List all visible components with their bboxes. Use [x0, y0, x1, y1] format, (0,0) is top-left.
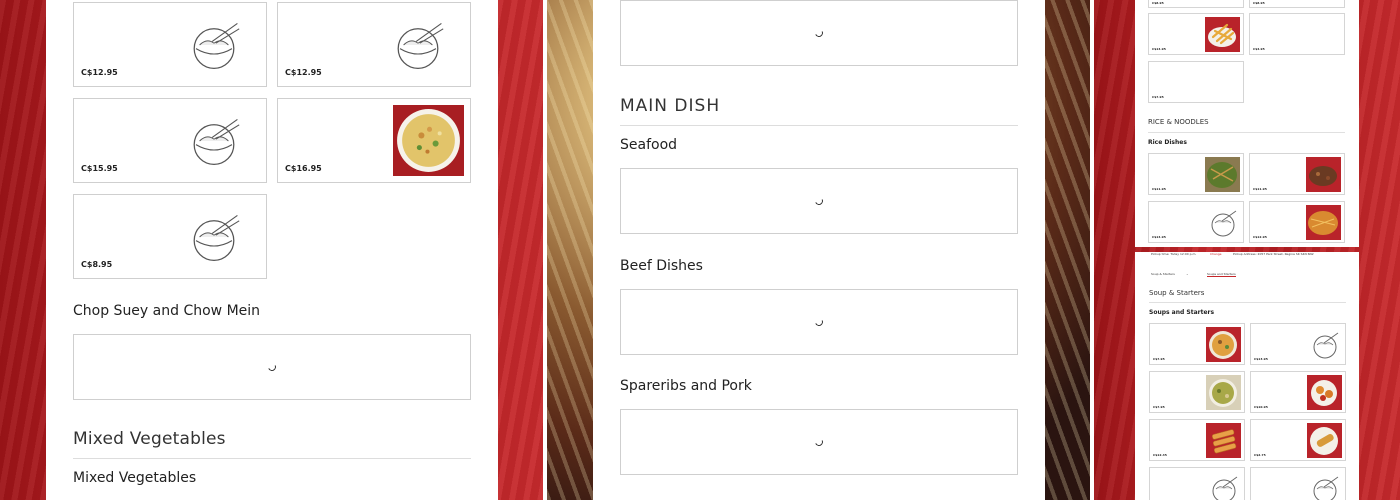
menu-panel-left: C$12.95 C$12.95 C$15.95 C$16.95 C$8.95 C…: [46, 0, 498, 500]
menu-item-card[interactable]: C$2.75: [1250, 419, 1346, 461]
bowl-placeholder-icon: [1313, 332, 1339, 359]
item-price: C$7.95: [1153, 405, 1165, 409]
menu-item-card[interactable]: C$8.95: [73, 194, 267, 279]
item-price: C$7.95: [1153, 357, 1165, 361]
bowl-placeholder-icon: [1313, 476, 1339, 500]
menu-panel-middle: MAIN DISH Seafood Beef Dishes Spareribs …: [593, 0, 1045, 500]
menu-item-card[interactable]: C$15.95: [73, 98, 267, 183]
item-price: C$14.95: [1152, 235, 1166, 239]
divider: [1148, 132, 1345, 133]
section-title: Rice Dishes: [1148, 139, 1187, 146]
bowl-placeholder-icon: [193, 118, 240, 166]
category-dropdown[interactable]: Soup & Starters: [1151, 272, 1175, 276]
section-title: Spareribs and Pork: [620, 378, 752, 394]
menu-item-card[interactable]: C$12.95: [1249, 201, 1345, 243]
menu-item-card[interactable]: [1149, 467, 1245, 500]
category-title: MAIN DISH: [620, 96, 721, 116]
chevron-down-icon[interactable]: ⌄: [1186, 272, 1189, 276]
menu-item-card[interactable]: [1250, 467, 1346, 500]
section-title: Beef Dishes: [620, 258, 703, 274]
loading-spinner-icon: [266, 361, 278, 373]
loading-placeholder: [620, 0, 1018, 66]
section-title: Chop Suey and Chow Mein: [73, 303, 261, 319]
menu-panel-right-bottom: Pickup time: Today 12:00 p.m. Change Pic…: [1135, 252, 1359, 500]
item-price: C$11.95: [1152, 187, 1166, 191]
bowl-placeholder-icon: [1211, 210, 1237, 237]
change-pickup-link[interactable]: Change: [1210, 252, 1222, 256]
menu-item-card[interactable]: C$12.45: [1149, 419, 1245, 461]
bowl-placeholder-icon: [1212, 476, 1238, 500]
item-price: C$13.95: [1254, 357, 1268, 361]
menu-item-card[interactable]: C$13.95: [1250, 323, 1346, 365]
soup-photo: [1206, 327, 1241, 362]
item-price: C$2.75: [1254, 453, 1266, 457]
menu-item-card[interactable]: C$7.95: [1149, 371, 1245, 413]
item-price: C$8.95: [1253, 1, 1265, 5]
menu-item-card[interactable]: C$11.95: [1148, 153, 1244, 195]
pickup-time: Pickup time: Today 12:00 p.m.: [1151, 252, 1197, 256]
item-price: C$11.95: [1253, 187, 1267, 191]
section-title: Mixed Vegetables: [73, 470, 197, 486]
section-title: Soups and Starters: [1149, 309, 1215, 316]
item-price: C$12.45: [1153, 453, 1167, 457]
rice-dish-photo: [1205, 157, 1240, 192]
item-price: C$14.95: [1152, 47, 1166, 51]
category-title: RICE & NOODLES: [1148, 118, 1209, 126]
loading-placeholder: [620, 409, 1018, 475]
pickup-address: Pickup Address: 2057 Park Street, Regina…: [1233, 252, 1314, 256]
item-price: C$8.95: [1152, 1, 1164, 5]
divider: [73, 458, 471, 459]
menu-item-card[interactable]: C$14.95: [1148, 201, 1244, 243]
loading-spinner-icon: [813, 316, 825, 328]
spring-roll-photo: [1206, 423, 1241, 458]
loading-placeholder: [620, 289, 1018, 355]
soup-photo: [1206, 375, 1241, 410]
loading-spinner-icon: [813, 27, 825, 39]
menu-item-card[interactable]: C$7.95: [1148, 61, 1244, 103]
section-title: Seafood: [620, 137, 678, 153]
item-price: C$12.95: [81, 68, 118, 77]
loading-placeholder: [73, 334, 471, 400]
item-price: C$12.95: [1253, 235, 1267, 239]
divider: [1149, 302, 1346, 303]
fried-rice-photo: [393, 105, 464, 176]
item-price: C$10.95: [1254, 405, 1268, 409]
rice-dish-photo: [1306, 205, 1341, 240]
divider: [620, 125, 1018, 126]
menu-item-card[interactable]: C$12.95: [73, 2, 267, 87]
loading-spinner-icon: [813, 436, 825, 448]
fries-photo: [1205, 17, 1240, 52]
menu-item-card[interactable]: C$4.95: [1249, 13, 1345, 55]
egg-roll-photo: [1307, 423, 1342, 458]
tab-soups-and-starters[interactable]: Soups and Starters: [1207, 272, 1236, 277]
menu-item-card[interactable]: C$12.95: [277, 2, 471, 87]
menu-item-card[interactable]: C$7.95: [1149, 323, 1245, 365]
bowl-placeholder-icon: [193, 22, 240, 70]
loading-spinner-icon: [813, 195, 825, 207]
bowl-placeholder-icon: [193, 214, 240, 262]
bowl-placeholder-icon: [397, 22, 444, 70]
item-price: C$16.95: [285, 164, 322, 173]
item-price: C$15.95: [81, 164, 118, 173]
menu-item-card[interactable]: C$8.95: [1148, 0, 1244, 8]
item-price: C$12.95: [285, 68, 322, 77]
menu-item-card[interactable]: C$10.95: [1250, 371, 1346, 413]
menu-item-card[interactable]: C$14.95: [1148, 13, 1244, 55]
menu-item-card[interactable]: C$16.95: [277, 98, 471, 183]
item-price: C$7.95: [1152, 95, 1164, 99]
loading-placeholder: [620, 168, 1018, 234]
menu-item-card[interactable]: C$8.95: [1249, 0, 1345, 8]
item-price: C$4.95: [1253, 47, 1265, 51]
item-price: C$8.95: [81, 260, 113, 269]
rice-dish-photo: [1306, 157, 1341, 192]
menu-item-card[interactable]: C$11.95: [1249, 153, 1345, 195]
category-title: Soup & Starters: [1149, 289, 1205, 297]
menu-panel-right-top: C$8.95 C$8.95 C$14.95 C$4.95 C$7.95 RICE…: [1135, 0, 1359, 247]
category-title: Mixed Vegetables: [73, 429, 226, 449]
starter-photo: [1307, 375, 1342, 410]
